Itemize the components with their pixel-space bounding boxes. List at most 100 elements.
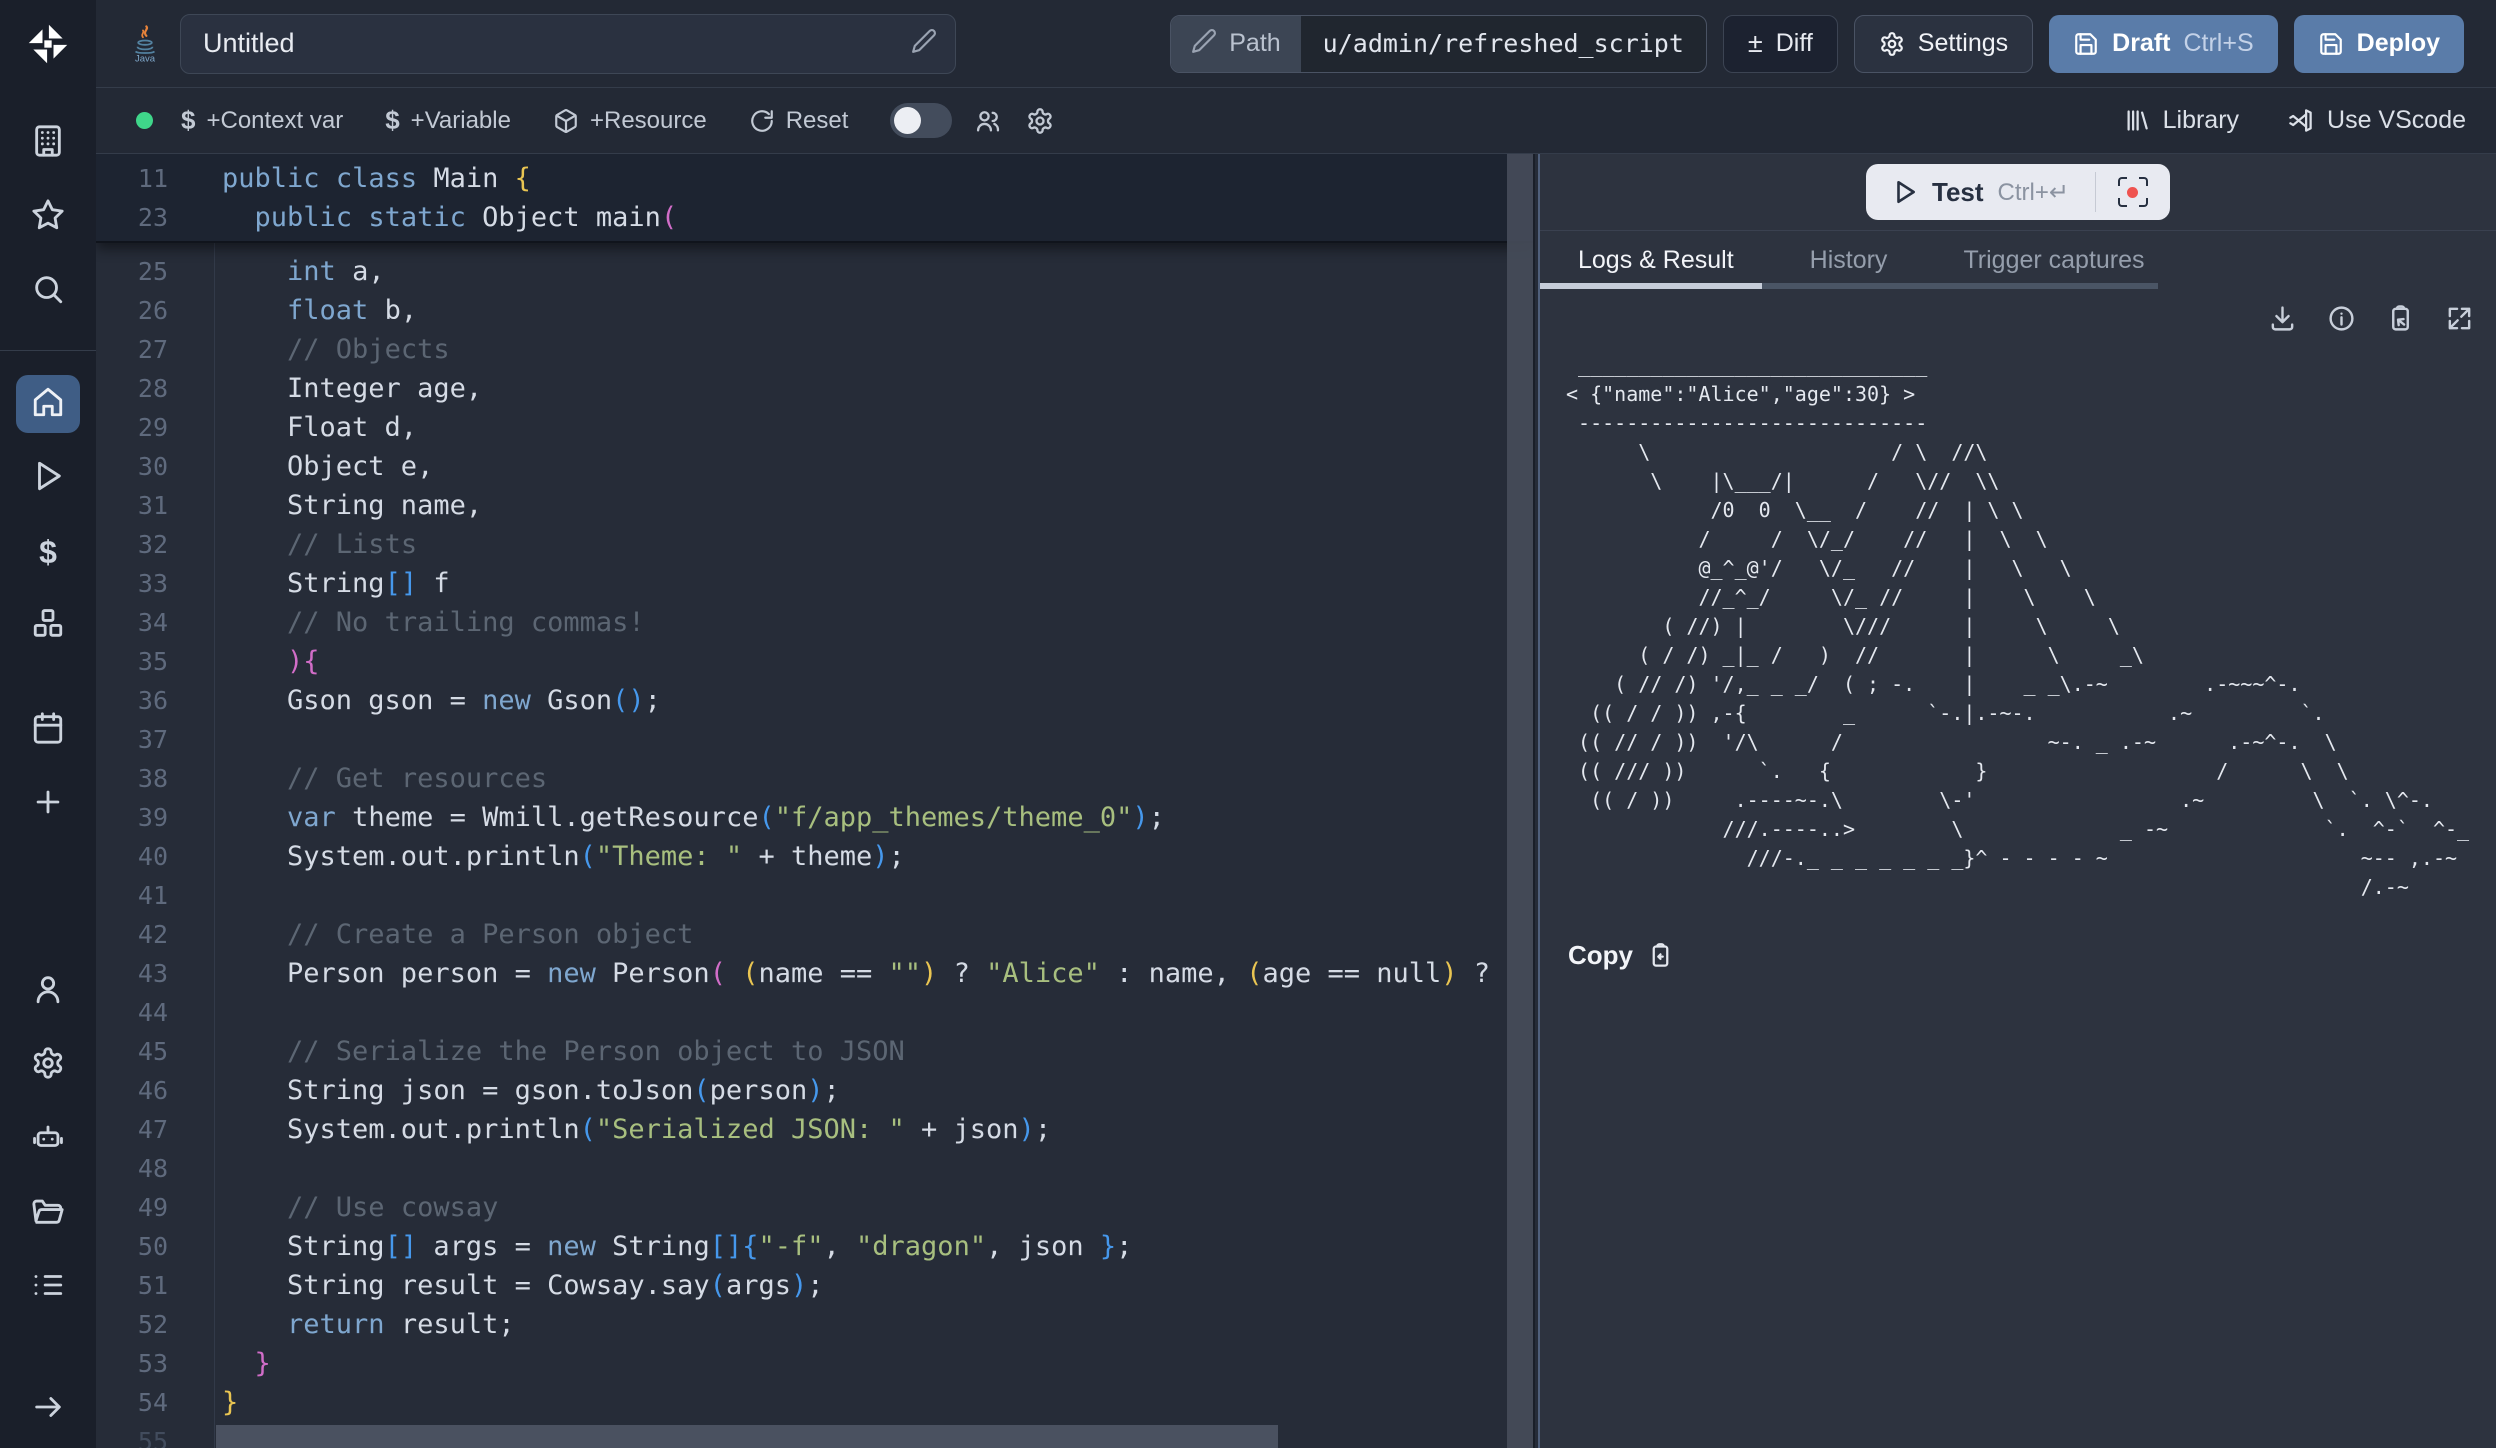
code-line: 30 Object e, [96,447,1533,486]
editor-horizontal-scrollbar[interactable] [216,1425,1278,1448]
sidebar-item-schedules[interactable] [16,701,80,759]
library-icon [2123,107,2150,134]
sidebar-item-add[interactable] [16,775,80,833]
code-line: 54} [96,1383,1533,1422]
download-icon[interactable] [2268,304,2297,333]
tab-history[interactable]: History [1810,246,1888,275]
path-label: Path [1229,29,1280,58]
sidebar-item-audit-logs[interactable] [16,1258,80,1316]
gear-icon [31,1046,65,1085]
code-line: 41 [96,876,1533,915]
panel-divider[interactable] [1533,154,1540,1448]
tab-trigger-captures[interactable]: Trigger captures [1963,246,2144,275]
capture-test-button[interactable] [2096,164,2170,220]
sidebar-item-search[interactable] [16,262,80,320]
windmill-logo[interactable] [0,0,96,88]
path-editor[interactable]: Path u/admin/refreshed_script [1170,15,1707,73]
sidebar-item-variables[interactable]: $ [16,523,80,581]
sticky-scroll-lines: 11public class Main {23 public static Ob… [96,154,1533,243]
settings-button[interactable]: Settings [1854,15,2033,73]
dollar-icon: $ [181,105,195,136]
copy-label: Copy [1568,940,1633,971]
draft-shortcut: Ctrl+S [2183,29,2253,58]
line-number: 48 [96,1149,168,1188]
code-line: 29 Float d, [96,408,1533,447]
line-number: 44 [96,993,168,1032]
add-context-var-button[interactable]: $ +Context var [181,105,343,136]
cubes-icon [31,607,65,646]
sidebar-item-workers[interactable] [16,1110,80,1168]
robot-icon [31,1120,65,1159]
clipboard-icon[interactable] [2386,304,2415,333]
settings-label: Settings [1918,29,2008,58]
line-number: 29 [96,408,168,447]
test-label: Test [1932,177,1984,208]
test-shortcut: Ctrl+↵ [1998,178,2069,207]
dollar-icon: $ [385,105,399,136]
sidebar-item-settings[interactable] [16,1036,80,1094]
vscode-label: Use VScode [2327,106,2466,135]
sidebar-item-home[interactable] [16,375,80,433]
cowsay-result-text: _____________________________ < {"name":… [1566,351,2496,902]
diff-button[interactable]: ± Diff [1723,15,1838,73]
line-number: 36 [96,681,168,720]
multiplayer-button[interactable] [974,107,1002,135]
person-icon [31,972,65,1011]
sidebar-item-resources[interactable] [16,597,80,655]
copy-clipboard-icon [1647,942,1674,969]
line-number: 40 [96,837,168,876]
test-button[interactable]: Test Ctrl+↵ [1866,164,2095,220]
line-number: 46 [96,1071,168,1110]
tab-logs-result[interactable]: Logs & Result [1578,246,1734,275]
line-number: 45 [96,1032,168,1071]
code-line: 23 public static Object main( [96,198,1533,237]
sidebar-item-folders[interactable] [16,1184,80,1242]
sidebar-item-account[interactable] [16,962,80,1020]
info-icon[interactable] [2327,304,2356,333]
sidebar-item-favorites[interactable] [16,188,80,246]
deploy-button[interactable]: Deploy [2294,15,2464,73]
use-vscode-button[interactable]: Use VScode [2287,106,2466,135]
code-line: 48 [96,1149,1533,1188]
line-number: 26 [96,291,168,330]
add-resource-button[interactable]: +Resource [553,107,707,135]
result-tabs: Logs & Result History Trigger captures [1540,231,2496,289]
code-editor[interactable]: 11public class Main {23 public static Ob… [96,154,1533,1448]
code-line: 37 [96,720,1533,759]
line-number: 49 [96,1188,168,1227]
sidebar-item-runs[interactable] [16,449,80,507]
reset-label: Reset [786,107,849,135]
edit-pencil-icon[interactable] [911,28,937,59]
editor-settings-button[interactable] [1026,107,1054,135]
sidebar-divider [0,350,96,351]
tabs-scroll-indicator [1762,283,2158,289]
script-name-input[interactable]: Untitled [180,14,956,74]
add-variable-button[interactable]: $ +Variable [385,105,511,136]
sidebar-collapse-toggle[interactable] [16,1380,80,1438]
line-number: 37 [96,720,168,759]
editor-toolbar: $ +Context var $ +Variable +Resource Res… [96,88,2496,154]
copy-result-button[interactable]: Copy [1566,902,2496,971]
line-number: 53 [96,1344,168,1383]
save-icon [2318,31,2344,57]
reset-button[interactable]: Reset [749,107,849,135]
code-line: 43 Person person = new Person( (name == … [96,954,1533,993]
sidebar-item-workspace[interactable] [16,114,80,172]
result-actions [1540,289,2496,337]
expand-icon[interactable] [2445,304,2474,333]
line-number: 38 [96,759,168,798]
context-var-label: +Context var [206,107,343,135]
building-icon [31,124,65,163]
code-line: 46 String json = gson.toJson(person); [96,1071,1533,1110]
test-row: Test Ctrl+↵ [1540,154,2496,231]
assistant-toggle[interactable] [890,103,952,138]
draft-button[interactable]: Draft Ctrl+S [2049,15,2278,73]
code-line: 52 return result; [96,1305,1533,1344]
code-line: 38 // Get resources [96,759,1533,798]
deploy-label: Deploy [2357,29,2440,58]
line-number: 51 [96,1266,168,1305]
code-line: 45 // Serialize the Person object to JSO… [96,1032,1533,1071]
library-button[interactable]: Library [2123,106,2239,135]
editor-vertical-scrollbar[interactable] [1507,154,1533,1448]
line-number: 50 [96,1227,168,1266]
